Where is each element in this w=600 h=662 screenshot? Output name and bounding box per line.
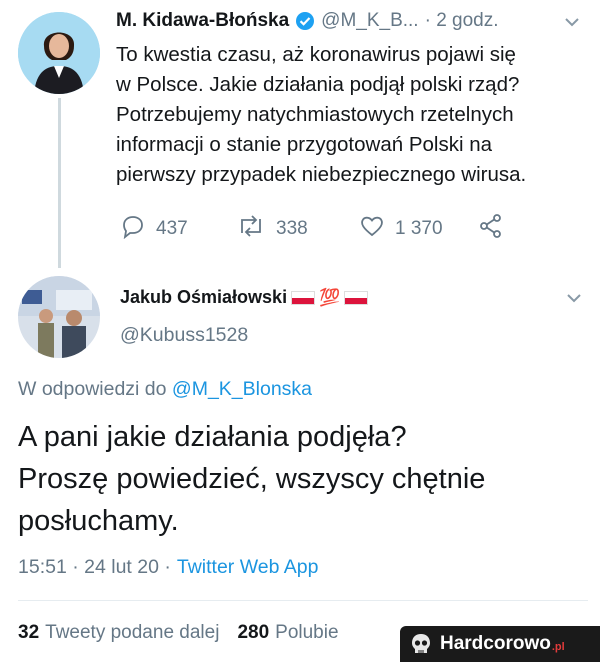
tweet-text-line: To kwestia czasu, aż koronawirus pojawi …	[116, 43, 516, 66]
tweet1-header: M. Kidawa-Błońska @M_K_B... · 2 godz.	[116, 10, 586, 32]
avatar[interactable]	[18, 276, 100, 358]
poland-flag-icon	[344, 290, 369, 305]
chevron-down-icon[interactable]	[564, 290, 584, 311]
share-icon[interactable]	[478, 213, 504, 244]
retweets-count[interactable]: 32	[18, 622, 39, 644]
author-handle[interactable]: @M_K_B...	[321, 10, 418, 32]
retweet-button[interactable]: 338	[236, 213, 308, 245]
reply-button[interactable]: 437	[120, 213, 188, 245]
tweet-text-line: pierwszy przypadek niebezpiecznego wirus…	[116, 163, 527, 186]
verified-badge-icon	[295, 11, 315, 31]
timestamp-text[interactable]: 15:51 · 24 lut 20 ·	[18, 556, 171, 579]
likes-label[interactable]: Polubie	[275, 622, 338, 644]
avatar[interactable]	[18, 12, 100, 94]
author-name[interactable]: Jakub Ośmiałowski	[120, 287, 287, 308]
tweet-text-line: informacji o stanie przygotowań Polski n…	[116, 133, 493, 156]
reply-count: 437	[156, 218, 188, 239]
author-handle[interactable]: @Kubuss1528	[120, 324, 248, 347]
client-link[interactable]: Twitter Web App	[177, 556, 319, 579]
chevron-down-icon[interactable]	[562, 14, 582, 35]
retweet-count: 338	[276, 218, 308, 239]
watermark-text: Hardcorowo	[440, 633, 551, 654]
tweet-text-line: Potrzebujemy natychmiastowych rzetelnych	[116, 103, 514, 126]
tweet-time[interactable]: · 2 godz.	[425, 10, 499, 32]
likes-count[interactable]: 280	[237, 622, 269, 644]
watermark-suffix: .pl	[551, 641, 565, 653]
reply-to-line: W odpowiedzi do @M_K_Blonska	[18, 378, 312, 401]
like-count: 1 370	[395, 218, 443, 239]
divider	[18, 600, 588, 601]
tweet-text-line: posłuchamy.	[18, 505, 179, 537]
thread-line	[58, 98, 61, 268]
tweet-stats: 32 Tweety podane dalej 280 Polubie	[18, 622, 339, 644]
reply-to-handle-link[interactable]: @M_K_Blonska	[172, 378, 312, 400]
heart-icon	[359, 213, 385, 245]
author-name[interactable]: M. Kidawa-Błońska	[116, 10, 289, 32]
tweet-text-line: w Polsce. Jakie działania podjął polski …	[116, 73, 520, 96]
tweet2-header: Jakub Ośmiałowski 💯	[120, 287, 369, 308]
tweet1-text: To kwestia czasu, aż koronawirus pojawi …	[116, 40, 586, 190]
watermark: Hardcorowo .pl	[400, 626, 600, 662]
tweet2-text: A pani jakie działania podjęła? Proszę p…	[18, 416, 588, 542]
retweet-icon	[236, 213, 266, 245]
hundred-points-icon: 💯	[319, 288, 341, 307]
tweet-timestamp: 15:51 · 24 lut 20 · Twitter Web App	[18, 556, 318, 579]
poland-flag-icon	[291, 290, 316, 305]
tweet-text-line: A pani jakie działania podjęła?	[18, 421, 407, 453]
reply-to-prefix: W odpowiedzi do	[18, 378, 167, 400]
tweet-text-line: Proszę powiedzieć, wszyscy chętnie	[18, 463, 486, 495]
reply-icon	[120, 213, 146, 245]
retweets-label[interactable]: Tweety podane dalej	[45, 622, 219, 644]
like-button[interactable]: 1 370	[359, 213, 443, 245]
skull-icon	[408, 631, 434, 657]
